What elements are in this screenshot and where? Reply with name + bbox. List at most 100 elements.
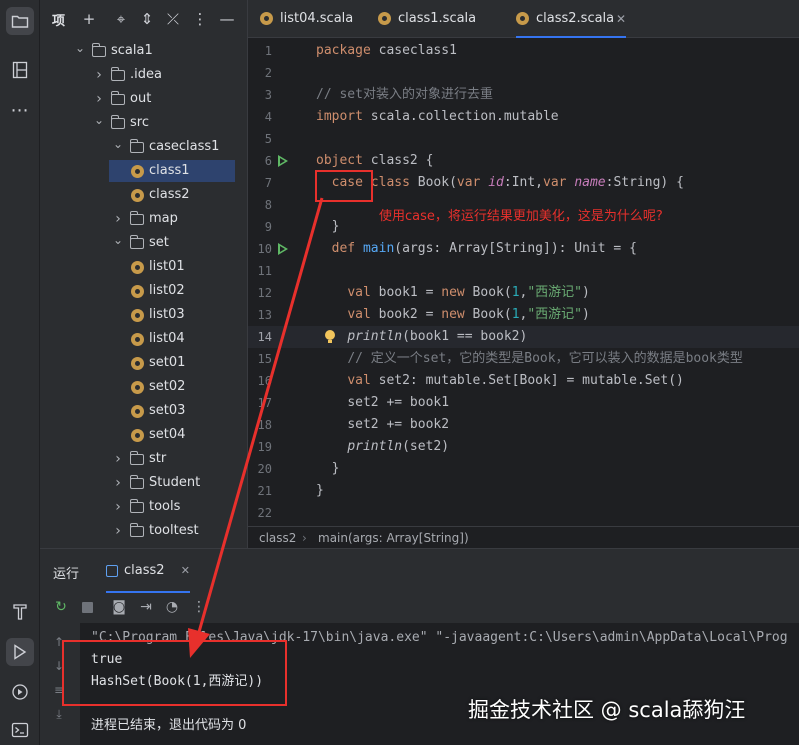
line-number: 2 <box>264 66 272 80</box>
run-more-kebab-icon[interactable]: ⋮ <box>190 598 208 616</box>
scala-object-icon <box>131 381 144 394</box>
camera-icon[interactable]: ◙ <box>110 598 128 616</box>
line-number: 20 <box>257 462 272 476</box>
tree-item-label: class2 <box>149 187 190 202</box>
project-folder-icon[interactable] <box>6 7 34 35</box>
tree-item-idea[interactable]: › .idea <box>40 64 247 86</box>
scala-object-icon <box>131 189 144 202</box>
more-tools-icon[interactable]: ⋯ <box>6 96 34 124</box>
tree-item-list03[interactable]: list03 <box>40 304 247 326</box>
chevron-right-icon[interactable]: › <box>112 448 124 470</box>
tree-item-out[interactable]: › out <box>40 88 247 110</box>
line-number: 19 <box>257 440 272 454</box>
tree-item-label: Student <box>149 475 201 490</box>
code-line-13[interactable]: val book2 = new Book(1,"西游记") <box>316 304 590 326</box>
chevron-down-icon[interactable]: ⌄ <box>93 109 105 131</box>
code-line-15[interactable]: // 定义一个set，它的类型是Book，它可以装入的数据是book类型 <box>316 348 743 370</box>
breadcrumb-item-method[interactable]: main(args: Array[String]) <box>318 527 469 549</box>
gutter-run-icon[interactable] <box>278 155 288 167</box>
code-line-3[interactable]: // set对装入的对象进行去重 <box>316 84 493 106</box>
tree-item-tooltest[interactable]: › tooltest <box>40 520 247 542</box>
tree-item-str[interactable]: › str <box>40 448 247 470</box>
editor-tab-class1[interactable]: class1.scala <box>378 0 490 38</box>
tree-item-caseclass1[interactable]: ⌄ caseclass1 <box>40 136 247 158</box>
chevron-right-icon[interactable]: › <box>112 520 124 542</box>
editor-tab-class2[interactable]: class2.scala ✕ <box>516 0 626 38</box>
folder-icon <box>110 67 125 81</box>
restore-layout-icon[interactable]: ⇥ <box>137 598 155 616</box>
activity-bar: ⋯ <box>0 0 40 745</box>
expand-all-icon[interactable]: ⇕ <box>138 9 156 29</box>
chevron-down-icon[interactable]: ⌄ <box>74 37 86 59</box>
code-line-20[interactable]: } <box>316 458 340 480</box>
code-line-16[interactable]: val set2: mutable.Set[Book] = mutable.Se… <box>316 370 684 392</box>
breadcrumb-item-class[interactable]: class2 <box>259 527 296 549</box>
tree-item-scala1[interactable]: ⌄ scala1 <box>40 40 247 62</box>
line-number: 13 <box>257 308 272 322</box>
code-line-1[interactable]: package caseclass1 <box>316 40 457 62</box>
build-hammer-icon[interactable] <box>6 598 34 626</box>
tree-item-class1[interactable]: class1 <box>109 160 235 182</box>
tree-item-list04[interactable]: list04 <box>40 328 247 350</box>
add-plus-icon[interactable]: + <box>80 9 98 29</box>
scroll-to-end-icon[interactable]: ⤓ <box>52 707 66 721</box>
hide-minus-icon[interactable]: — <box>218 9 236 29</box>
options-kebab-icon[interactable]: ⋮ <box>191 9 209 29</box>
collapse-all-icon[interactable]: ⤫ <box>164 9 182 29</box>
locate-target-icon[interactable]: ⌖ <box>112 9 130 29</box>
code-line-10[interactable]: def main(args: Array[String]): Unit = { <box>316 238 637 260</box>
scala-object-icon <box>131 261 144 274</box>
code-line-4[interactable]: import scala.collection.mutable <box>316 106 559 128</box>
run-tab-class2[interactable]: class2 ✕ <box>106 557 190 593</box>
folder-icon <box>129 139 144 153</box>
tree-item-class2[interactable]: class2 <box>40 184 247 206</box>
chevron-right-icon[interactable]: › <box>112 208 124 230</box>
tree-item-label: scala1 <box>111 43 153 58</box>
editor-tab-list04[interactable]: list04.scala <box>260 0 364 38</box>
editor-tab-label: list04.scala <box>280 11 354 26</box>
tree-item-set[interactable]: ⌄ set <box>40 232 247 254</box>
scala-file-icon <box>516 12 529 25</box>
tree-item-set03[interactable]: set03 <box>40 400 247 422</box>
chevron-down-icon[interactable]: ⌄ <box>112 229 124 251</box>
tree-item-label: set03 <box>149 403 186 418</box>
tree-item-label: tooltest <box>149 523 199 538</box>
profiler-gauge-icon[interactable]: ◔ <box>163 598 181 616</box>
tree-item-list02[interactable]: list02 <box>40 280 247 302</box>
code-line-6[interactable]: object class2 { <box>316 150 433 172</box>
scala-object-icon <box>131 333 144 346</box>
tree-item-list01[interactable]: list01 <box>40 256 247 278</box>
annotation-text: 使用case，将运行结果更加美化，这是为什么呢? <box>379 209 663 224</box>
tree-item-student[interactable]: › Student <box>40 472 247 494</box>
code-line-18[interactable]: set2 += book2 <box>316 414 449 436</box>
chevron-right-icon[interactable]: › <box>93 64 105 86</box>
tree-item-label: tools <box>149 499 181 514</box>
tree-item-set04[interactable]: set04 <box>40 424 247 446</box>
run-tab-label: class2 <box>124 563 165 578</box>
gutter-run-icon[interactable] <box>278 243 288 255</box>
code-line-21[interactable]: } <box>316 480 324 502</box>
code-line-19[interactable]: println(set2) <box>316 436 449 458</box>
code-line-9[interactable]: } <box>316 216 340 238</box>
chevron-right-icon[interactable]: › <box>112 496 124 518</box>
tree-item-set01[interactable]: set01 <box>40 352 247 374</box>
code-line-17[interactable]: set2 += book1 <box>316 392 449 414</box>
breadcrumb-separator-icon: › <box>302 531 307 545</box>
run-tool-icon[interactable] <box>6 638 34 666</box>
tree-item-map[interactable]: › map <box>40 208 247 230</box>
run-tab-close-icon[interactable]: ✕ <box>181 564 190 577</box>
tab-close-icon[interactable]: ✕ <box>616 0 626 38</box>
tree-item-tools[interactable]: › tools <box>40 496 247 518</box>
terminal-icon[interactable] <box>6 716 34 744</box>
rerun-icon[interactable]: ↻ <box>52 598 70 616</box>
code-line-14[interactable]: println(book1 == book2) <box>316 326 527 348</box>
chevron-down-icon[interactable]: ⌄ <box>112 133 124 155</box>
code-line-12[interactable]: val book1 = new Book(1,"西游记") <box>316 282 590 304</box>
tree-item-set02[interactable]: set02 <box>40 376 247 398</box>
chevron-right-icon[interactable]: › <box>93 88 105 110</box>
stop-icon[interactable] <box>78 598 96 616</box>
chevron-right-icon[interactable]: › <box>112 472 124 494</box>
tree-item-src[interactable]: ⌄ src <box>40 112 247 134</box>
structure-icon[interactable] <box>6 56 34 84</box>
services-icon[interactable] <box>6 678 34 706</box>
